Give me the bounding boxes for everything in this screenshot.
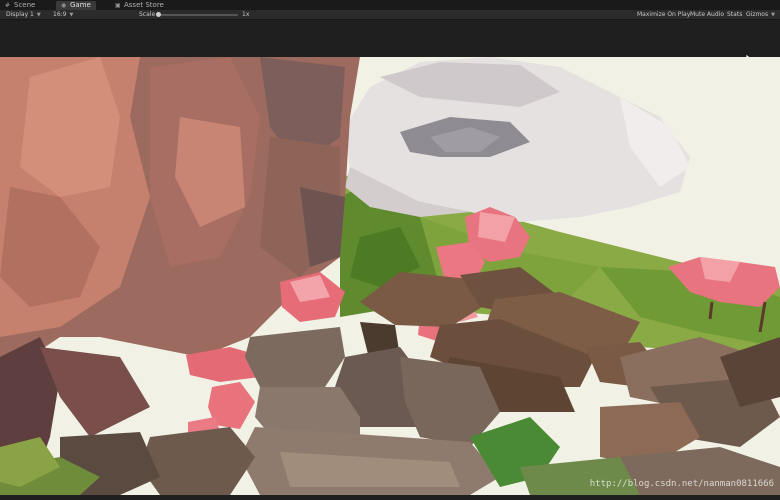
tab-asset-store[interactable]: ▣ Asset Store — [110, 1, 169, 10]
game-viewport[interactable]: http://blog.csdn.net/nanman0811666 — [0, 57, 780, 495]
tab-asset-store-label: Asset Store — [124, 1, 164, 9]
display-label: Display 1 — [6, 11, 34, 18]
scene-icon: # — [5, 1, 11, 9]
scale-label: Scale — [139, 11, 156, 18]
stats-toggle[interactable]: Stats — [727, 10, 742, 19]
aspect-label: 16:9 — [53, 11, 67, 18]
watermark: http://blog.csdn.net/nanman0811666 — [589, 479, 774, 489]
chevron-down-icon: ▼ — [36, 12, 41, 18]
chevron-down-icon: ▼ — [771, 12, 775, 18]
letterbox-top — [0, 20, 780, 67]
chevron-down-icon: ▼ — [69, 12, 74, 18]
game-view-toolbar: Display 1 ▼ 16:9 ▼ Scale 1x Maximize On Pl… — [0, 10, 780, 20]
letterbox-bottom — [0, 495, 780, 500]
scale-slider[interactable] — [160, 14, 238, 16]
gizmos-label: Gizmos — [746, 11, 769, 18]
tab-scene[interactable]: # Scene — [0, 1, 40, 10]
maximize-on-play-toggle[interactable]: Maximize On Play — [637, 10, 690, 19]
scale-slider-handle[interactable] — [156, 12, 161, 17]
game-icon: ◉ — [61, 1, 67, 9]
scale-value: 1x — [242, 11, 250, 18]
tab-game[interactable]: ◉ Game — [56, 1, 96, 10]
asset-store-icon: ▣ — [115, 1, 121, 9]
aspect-dropdown[interactable]: 16:9 ▼ — [53, 10, 73, 19]
tab-game-label: Game — [70, 1, 91, 9]
mute-audio-toggle[interactable]: Mute Audio — [690, 10, 724, 19]
display-dropdown[interactable]: Display 1 ▼ — [6, 10, 41, 19]
gizmos-dropdown[interactable]: Gizmos ▼ — [746, 10, 775, 19]
game-render — [0, 57, 780, 495]
tab-scene-label: Scene — [14, 1, 36, 9]
